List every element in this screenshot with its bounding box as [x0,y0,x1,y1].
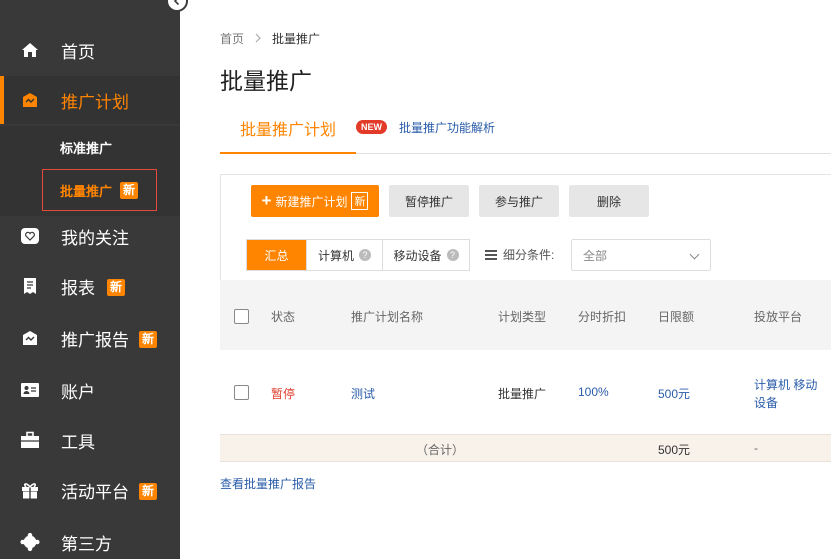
report-icon [20,276,40,296]
device-filter-group: 汇总 计算机 ? 移动设备 ? [246,239,470,271]
header-plan-name: 推广计划名称 [351,310,424,324]
delete-button[interactable]: 删除 [569,185,649,217]
header-platform: 投放平台 [754,310,803,324]
sidebar-item-label: 工具 [61,432,95,453]
new-plan-label: 新建推广计划 [275,194,348,209]
total-label: （合计） [416,443,465,457]
sidebar-item-home[interactable]: 首页 [0,26,180,74]
sidebar-item-tools[interactable]: 工具 [0,416,180,464]
feature-guide-link[interactable]: 批量推广功能解析 [399,119,495,136]
plus-icon: + [261,191,272,210]
sidebar-item-label: 首页 [61,42,95,63]
list-icon [485,249,497,260]
sidebar-item-activity[interactable]: 活动平台 新 [0,466,180,514]
sidebar: 首页 推广计划 标准推广 批量推广 新 我的关注 报表 新 推广报告 新 账户 … [0,0,188,559]
new-plan-button[interactable]: + 新建推广计划 新 [251,185,379,217]
total-platform: - [754,441,758,455]
breadcrumb-current: 批量推广 [272,32,321,46]
filter-mobile-label: 移动设备 [393,248,442,263]
new-badge: 新 [139,483,158,500]
view-batch-report-link[interactable]: 查看批量推广报告 [220,475,316,492]
header-status: 状态 [271,310,296,324]
table-header: 状态 推广计划名称 计划类型 分时折扣 日限额 投放平台 [220,280,831,350]
sidebar-subitem-batch[interactable]: 批量推广 新 [42,169,157,211]
total-daily-limit: 500元 [658,443,691,457]
row-platform[interactable]: 计算机 移动设备 [754,376,826,412]
select-all-checkbox[interactable] [234,309,249,324]
help-icon[interactable]: ? [359,249,371,261]
new-badge: 新 [139,331,158,348]
sidebar-item-report[interactable]: 报表 新 [0,262,180,310]
row-plan-type: 批量推广 [498,387,547,401]
page-title: 批量推广 [220,69,312,95]
toolbar: + 新建推广计划 新 暂停推广 参与推广 删除 汇总 计算机 ? 移动设备 ? … [220,174,831,280]
header-daily-limit: 日限额 [658,310,695,324]
sidebar-item-label: 推广报告 [61,330,129,351]
breadcrumb-separator [254,31,262,46]
filter-summary[interactable]: 汇总 [247,240,307,270]
new-badge: 新 [107,279,126,296]
sidebar-item-label: 账户 [61,382,95,403]
sidebar-item-label: 我的关注 [61,228,129,249]
chevron-down-icon [689,249,700,260]
pause-button[interactable]: 暂停推广 [389,185,469,217]
segment-select[interactable]: 全部 [571,239,711,271]
table-row: 暂停 测试 批量推广 100% 500元 计算机 移动设备 [220,350,831,434]
sidebar-subitem-label: 批量推广 [60,184,113,200]
sidebar-item-label: 推广计划 [61,92,129,113]
filter-computer-label: 计算机 [317,248,354,263]
tab-bar: 批量推广计划 NEW 批量推广功能解析 [220,104,831,154]
segment-condition-label: 细分条件: [503,248,555,262]
gift-icon [20,480,40,500]
help-icon[interactable]: ? [446,249,459,261]
join-button[interactable]: 参与推广 [479,185,559,217]
segment-select-value: 全部 [583,248,608,263]
sidebar-item-label: 活动平台 [61,482,129,503]
sidebar-item-label: 第三方 [61,534,112,555]
plan-icon [20,90,40,110]
sidebar-item-plan[interactable]: 推广计划 [0,76,180,124]
row-checkbox[interactable] [234,385,249,400]
filter-computer[interactable]: 计算机 ? [307,240,383,270]
sidebar-collapse-button[interactable] [166,0,188,12]
row-daily-limit[interactable]: 500元 [658,385,690,402]
tab-batch-plan[interactable]: 批量推广计划 [220,104,356,154]
new-badge: 新 [120,181,139,199]
promo-report-icon [20,328,40,348]
breadcrumb-home[interactable]: 首页 [220,30,244,47]
chevron-left-icon [173,0,180,6]
segment-condition: 细分条件: [485,246,554,263]
breadcrumb: 首页 批量推广 [220,30,320,47]
row-discount[interactable]: 100% [578,385,609,399]
chevron-right-icon [255,33,261,43]
sidebar-subitem-standard[interactable]: 标准推广 [60,138,112,157]
row-plan-name[interactable]: 测试 [351,385,375,402]
heart-icon [20,226,40,246]
row-status[interactable]: 暂停 [271,385,295,402]
toolbox-icon [20,430,40,450]
header-plan-type: 计划类型 [498,310,547,324]
sidebar-item-third-party[interactable]: 第三方 [0,518,180,559]
third-party-icon [20,532,40,552]
header-discount: 分时折扣 [578,310,627,324]
home-icon [20,40,40,60]
new-badge: 新 [351,192,369,210]
sidebar-item-label: 报表 [61,278,95,299]
table-total-row: （合计） 500元 - [220,434,831,462]
new-pill-badge: NEW [356,120,387,134]
sidebar-item-account[interactable]: 账户 [0,366,180,414]
sidebar-item-promo-report[interactable]: 推广报告 新 [0,314,180,362]
filter-mobile[interactable]: 移动设备 ? [383,240,469,270]
sidebar-item-follow[interactable]: 我的关注 [0,212,180,260]
account-icon [20,380,40,400]
